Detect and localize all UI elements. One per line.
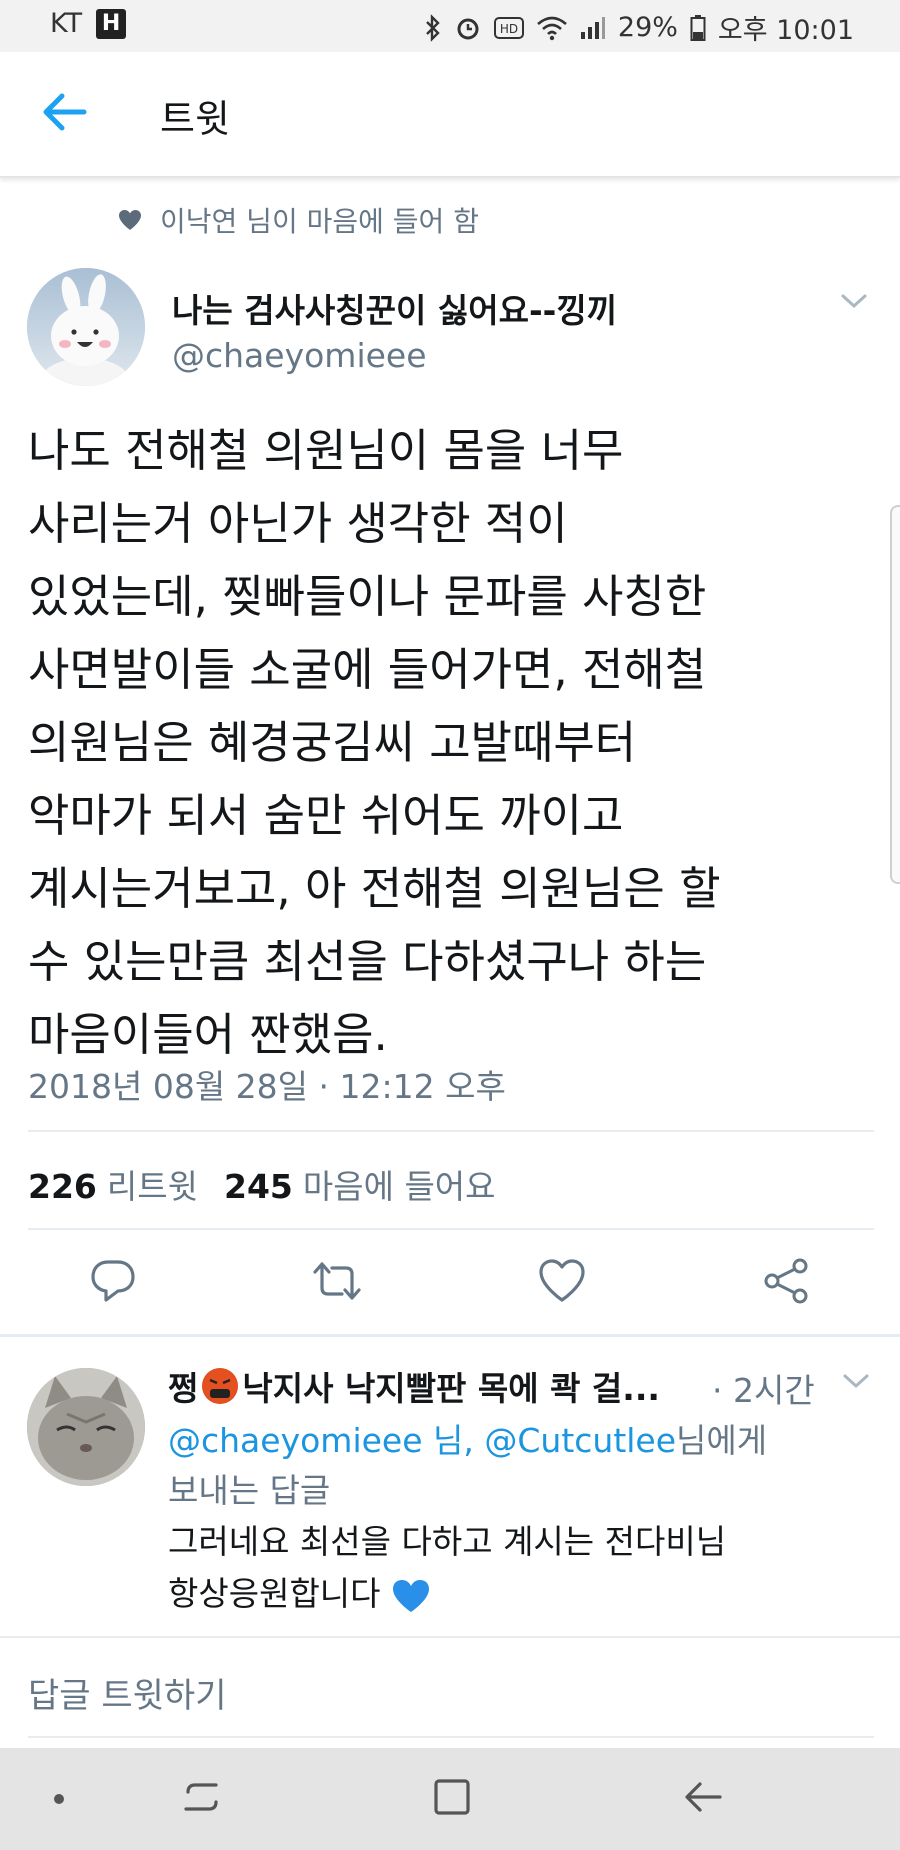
retweet-icon[interactable] — [312, 1256, 362, 1306]
likes-label: 마음에 들어요 — [302, 1167, 496, 1206]
scrollbar-thumb[interactable] — [890, 505, 900, 884]
divider — [28, 1228, 874, 1230]
signal-icon — [580, 16, 605, 39]
reply-author-name[interactable]: 쩡 낙지사 낙지빨판 목에 콱 걸... — [168, 1362, 660, 1410]
bluetooth-icon — [426, 13, 440, 42]
reply-time: · 2시간 — [712, 1371, 815, 1410]
reply-text-line: 그러네요 최선을 다하고 계시는 전다비님 — [168, 1522, 727, 1561]
carrier-app-icon: H — [96, 8, 127, 39]
reply-text-line-label: 항상응원합니다 — [168, 1574, 381, 1613]
status-bar-left: KT H — [50, 8, 127, 39]
chevron-down-icon[interactable] — [842, 1372, 870, 1390]
tweet-text-line: 나도 전해철 의원님이 몸을 너무 — [28, 424, 624, 477]
blue-heart-icon — [393, 1579, 430, 1612]
status-bar-right: HD 29% 오후 10:01 — [424, 8, 854, 47]
tweet-text-line: 수 있는만큼 최선을 다하셨구나 하는 — [28, 935, 707, 988]
tweet-text-line: 악마가 되서 숨만 쉬어도 까이고 — [28, 789, 624, 842]
likes-stat[interactable]: 245 마음에 들어요 — [224, 1160, 496, 1208]
divider — [0, 1334, 900, 1337]
swearing-face-emoji-icon — [202, 1368, 239, 1404]
back-icon[interactable] — [682, 1776, 724, 1818]
system-nav-bar — [0, 1748, 900, 1850]
share-icon[interactable] — [762, 1256, 812, 1306]
reply-compose-input[interactable]: 답글 트윗하기 — [28, 1668, 227, 1717]
tweet-text: 나도 전해철 의원님이 몸을 너무 사리는거 아닌가 생각한 적이 있었는데, … — [28, 414, 858, 1071]
recent-apps-icon[interactable] — [180, 1776, 222, 1818]
tweet-stats: 226 리트윗 245 마음에 들어요 — [28, 1160, 496, 1208]
tweet-text-line: 사리는거 아닌가 생각한 적이 — [28, 497, 568, 550]
retweets-stat[interactable]: 226 리트윗 — [28, 1160, 198, 1208]
alarm-icon — [457, 18, 479, 39]
reply-avatar[interactable] — [27, 1368, 145, 1486]
retweets-label: 리트윗 — [106, 1167, 198, 1206]
chevron-down-icon[interactable] — [840, 292, 868, 310]
home-icon[interactable] — [431, 1776, 473, 1818]
tweet-text-line: 있었는데, 찢빠들이나 문파를 사칭한 — [28, 570, 707, 623]
tweet-actions — [0, 1256, 900, 1306]
reply-text: 그러네요 최선을 다하고 계시는 전다비님 항상응원합니다 — [168, 1516, 726, 1620]
app-bar: 트윗 — [0, 52, 900, 178]
arrow-left-icon[interactable] — [40, 90, 90, 134]
social-context[interactable]: 이낙연 님이 마음에 들어 함 — [118, 200, 479, 240]
mention-link[interactable]: @chaeyomieee 님, — [168, 1421, 474, 1460]
tweet-text-line: 사면발이들 소굴에 들어가면, 전해철 — [28, 643, 707, 696]
carrier-label: KT — [50, 8, 83, 39]
divider — [28, 1736, 874, 1738]
svg-text:HD: HD — [500, 22, 518, 36]
reply-author-name-prefix: 쩡 — [168, 1369, 199, 1408]
battery-percent: 29% — [617, 12, 678, 43]
divider — [0, 1636, 900, 1638]
tweet-text-line: 계시는거보고, 아 전해철 의원님은 할 — [28, 862, 721, 915]
clock: 오후 10:01 — [717, 15, 854, 46]
battery-icon — [690, 14, 706, 41]
page-title: 트윗 — [160, 97, 230, 141]
author-avatar[interactable] — [27, 268, 145, 386]
like-icon[interactable] — [537, 1256, 587, 1306]
reply-text-line-2: 항상응원합니다 — [168, 1568, 726, 1620]
author-name[interactable]: 나는 검사사칭꾼이 싫어요--낑끼 — [172, 284, 617, 332]
tweet-timestamp: 2018년 08월 28일 · 12:12 오후 — [28, 1067, 506, 1106]
reply-author-name-rest: 낙지사 낙지빨판 목에 콱 걸... — [242, 1369, 660, 1408]
status-bar: KT H HD 29% 오후 10:01 — [0, 0, 900, 52]
author-handle[interactable]: @chaeyomieee — [172, 336, 427, 375]
heart-icon — [119, 210, 141, 230]
social-context-label: 이낙연 님이 마음에 들어 함 — [160, 205, 479, 238]
wifi-icon — [537, 16, 567, 40]
likes-count: 245 — [223, 1167, 293, 1206]
reply-icon[interactable] — [88, 1256, 138, 1306]
replying-to-suffix: 님에게 — [676, 1421, 768, 1460]
dot-icon[interactable] — [52, 1792, 66, 1806]
replying-to-line2: 보내는 답글 — [168, 1471, 331, 1510]
tweet-text-line: 의원님은 혜경궁김씨 고발때부터 — [28, 716, 637, 769]
divider — [28, 1130, 874, 1132]
replying-to: @chaeyomieee 님, @Cutcutlee님에게 보내는 답글 — [168, 1416, 808, 1516]
mention-link[interactable]: @Cutcutlee — [484, 1421, 676, 1460]
hd-icon: HD — [493, 16, 524, 39]
retweets-count: 226 — [28, 1167, 97, 1206]
